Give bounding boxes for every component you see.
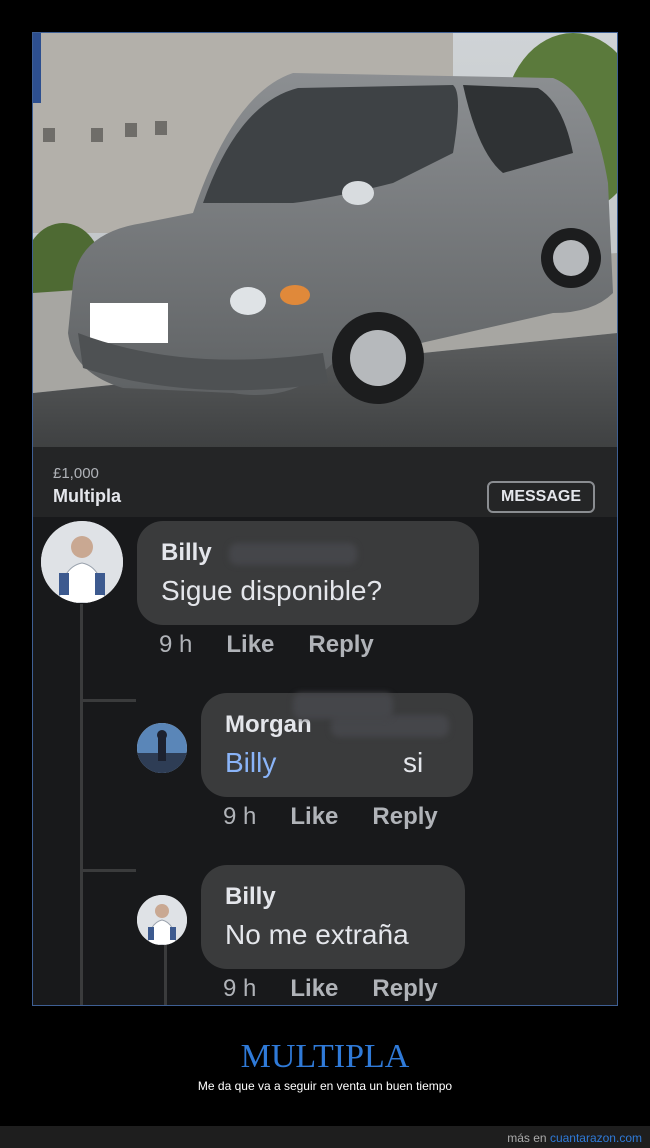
mention-link[interactable]: Billy xyxy=(225,747,276,778)
reply-button[interactable]: Reply xyxy=(372,803,437,831)
comment-author[interactable]: Billy xyxy=(225,883,276,911)
listing-title[interactable]: Multipla xyxy=(53,486,121,507)
post-frame: £1,000 Multipla MESSAGE Billy Sigue disp… xyxy=(32,32,618,1006)
comment-bubble: Billy Sigue disponible? xyxy=(137,521,479,625)
footer-text: más en cuantarazon.com xyxy=(507,1131,642,1145)
redacted-surname xyxy=(229,543,357,565)
comment-text: Sigue disponible? xyxy=(161,575,383,606)
comment-actions: 9 h Like Reply xyxy=(223,975,438,1003)
footer-bar: más en cuantarazon.com xyxy=(0,1126,650,1148)
post-subtitle: Me da que va a seguir en venta un buen t… xyxy=(197,1079,453,1093)
avatar[interactable] xyxy=(41,521,123,603)
reply-button[interactable]: Reply xyxy=(372,975,437,1003)
avatar[interactable] xyxy=(137,723,187,773)
thread-line xyxy=(80,604,83,1005)
like-button[interactable]: Like xyxy=(226,631,274,659)
redacted-mention xyxy=(293,693,393,719)
reply-button[interactable]: Reply xyxy=(308,631,373,659)
comment-actions: 9 h Like Reply xyxy=(159,631,374,659)
listing-price: £1,000 xyxy=(53,465,99,482)
thread-connector xyxy=(80,869,136,872)
avatar[interactable] xyxy=(137,895,187,945)
comment-text: si xyxy=(403,747,424,778)
like-button[interactable]: Like xyxy=(290,803,338,831)
comment-author[interactable]: Billy xyxy=(161,539,212,567)
user-avatar-icon xyxy=(137,723,187,773)
footer-site-link[interactable]: cuantarazon.com xyxy=(550,1131,642,1145)
comment-bubble: Morgan Billy si xyxy=(201,693,473,797)
message-button[interactable]: MESSAGE xyxy=(487,481,595,513)
footer-prefix: más en xyxy=(507,1131,547,1145)
like-button[interactable]: Like xyxy=(290,975,338,1003)
user-avatar-icon xyxy=(137,895,187,945)
comment-time: 9 h xyxy=(223,803,257,830)
comment-time: 9 h xyxy=(223,975,257,1002)
post-title[interactable]: MULTIPLA xyxy=(0,1038,650,1076)
comment-actions: 9 h Like Reply xyxy=(223,803,438,831)
user-avatar-icon xyxy=(41,521,123,603)
comment-time: 9 h xyxy=(159,631,193,658)
comment-bubble: Billy No me extraña xyxy=(201,865,465,969)
comment-text: No me extraña xyxy=(225,919,409,950)
comment-text-mention: Billy xyxy=(225,747,276,779)
listing-bar: £1,000 Multipla MESSAGE xyxy=(33,447,617,517)
car-photo[interactable] xyxy=(33,33,617,447)
comments-section: Billy Sigue disponible? 9 h Like Reply M… xyxy=(33,517,617,1005)
thread-connector xyxy=(80,699,136,702)
car-photo-illustration xyxy=(33,33,617,447)
